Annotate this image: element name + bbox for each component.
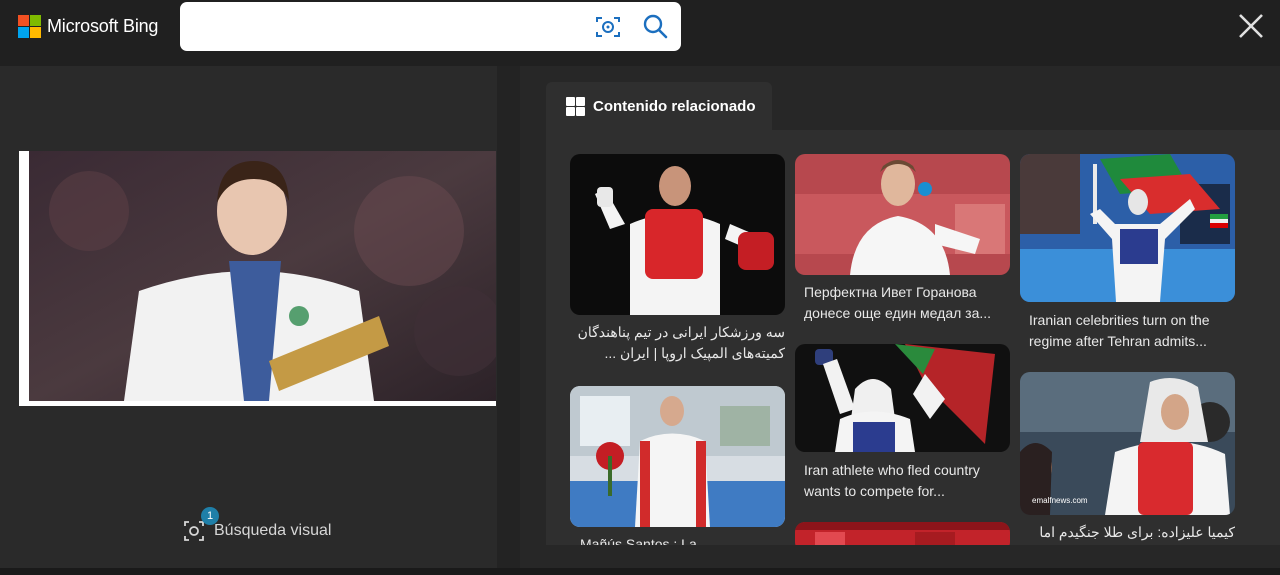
related-results-grid: سه ورزشکار ایرانی در تیم پناهندگان کمیته…	[546, 130, 1280, 545]
visual-search-count-badge: 1	[201, 507, 219, 525]
bing-logo[interactable]: Microsoft Bing	[18, 15, 158, 38]
karate-athlete-thumbnail	[795, 154, 1010, 275]
visual-search-icon: 1	[183, 507, 219, 542]
search-box[interactable]	[180, 2, 681, 51]
top-bar: Microsoft Bing	[0, 0, 1280, 66]
photo-credit: emalfnews.com	[1032, 496, 1088, 505]
result-image-2[interactable]	[570, 386, 785, 527]
close-icon[interactable]	[1236, 11, 1266, 41]
tab-related-content-label: Contenido relacionado	[593, 97, 756, 115]
search-input[interactable]	[194, 14, 584, 40]
celebrating-athlete-thumbnail	[795, 344, 1010, 452]
brand-name: Microsoft Bing	[47, 16, 159, 36]
search-icon[interactable]	[642, 13, 668, 39]
hijab-athlete-thumbnail: emalfnews.com	[1020, 372, 1235, 515]
result-image-1[interactable]	[570, 154, 785, 315]
result-image-6[interactable]: emalfnews.com	[1020, 372, 1235, 515]
result-caption-3[interactable]: Перфектна Ивет Горанова донесе още един …	[804, 282, 1010, 324]
tab-related-content[interactable]: Contenido relacionado	[546, 82, 772, 130]
result-caption-4[interactable]: Iran athlete who fled country wants to c…	[804, 460, 1010, 502]
microsoft-logo-icon	[18, 15, 41, 38]
result-image-4[interactable]	[795, 344, 1010, 452]
visual-search-label: Búsqueda visual	[214, 522, 332, 539]
result-caption-6[interactable]: کیمیا علیزاده: برای طلا جنگیدم اما برنز	[1029, 522, 1235, 543]
visual-search-icon[interactable]	[595, 15, 621, 39]
result-caption-1[interactable]: سه ورزشکار ایرانی در تیم پناهندگان کمیته…	[570, 322, 785, 364]
preview-image[interactable]	[19, 151, 496, 406]
athlete-photo-illustration	[29, 151, 496, 401]
result-image-5[interactable]	[1020, 154, 1235, 302]
bottom-edge	[0, 568, 1280, 575]
result-image-3[interactable]	[795, 154, 1010, 275]
flag-waving-athlete-thumbnail	[1020, 154, 1235, 302]
result-caption-5[interactable]: Iranian celebrities turn on the regime a…	[1029, 310, 1235, 352]
taekwondo-athlete-thumbnail	[570, 154, 785, 315]
red-scene-thumbnail	[795, 522, 1010, 545]
result-caption-2[interactable]: Mañús Santos : La ...	[580, 534, 785, 545]
result-image-7[interactable]	[795, 522, 1010, 545]
pane-divider	[497, 66, 520, 568]
grid-icon	[566, 96, 585, 116]
medal-ceremony-thumbnail	[570, 386, 785, 527]
visual-search-button[interactable]: 1 Búsqueda visual	[183, 507, 332, 542]
